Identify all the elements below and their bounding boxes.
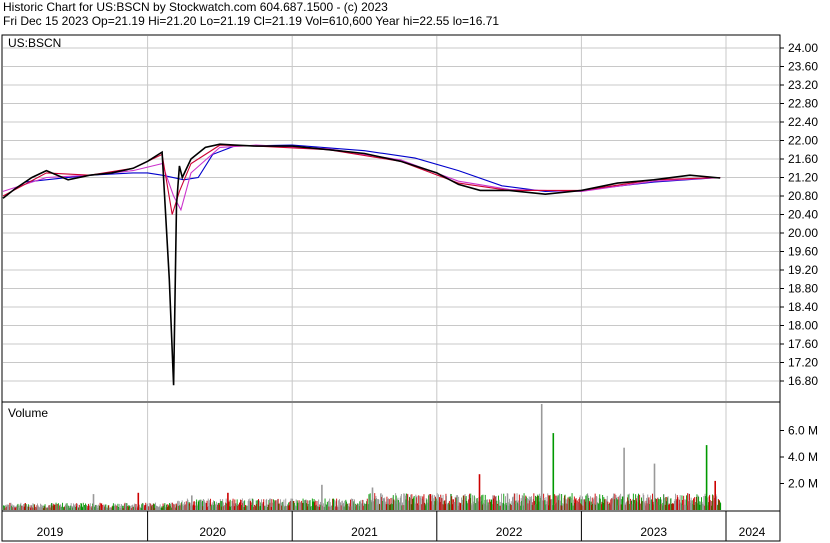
price-y-tick-label: 23.20 — [788, 78, 818, 92]
price-y-tick-label: 16.80 — [788, 374, 818, 388]
volume-spike-bar — [429, 494, 432, 510]
volume-spike-bar — [137, 492, 140, 510]
x-axis-year-label: 2021 — [351, 525, 378, 539]
price-y-tick-label: 19.60 — [788, 245, 818, 259]
volume-spike-bar — [371, 487, 374, 510]
price-y-tick-label: 22.00 — [788, 134, 818, 148]
price-y-tick-label: 18.80 — [788, 282, 818, 296]
price-y-tick-label: 20.80 — [788, 189, 818, 203]
price-y-tick-label: 21.20 — [788, 171, 818, 185]
price-y-tick-label: 22.80 — [788, 97, 818, 111]
volume-spike-bar — [552, 433, 555, 510]
volume-y-tick-label: 6.0 M — [788, 424, 818, 438]
price-y-tick-label: 20.00 — [788, 226, 818, 240]
volume-spike-bar — [714, 480, 716, 510]
price-y-tick-label: 21.60 — [788, 152, 818, 166]
volume-spike-bar — [191, 495, 193, 510]
price-y-tick-label: 20.40 — [788, 208, 818, 222]
volume-spike-bar — [705, 445, 708, 510]
volume-spike-bar — [478, 474, 481, 510]
x-axis-year-label: 2019 — [37, 525, 64, 539]
price-y-tick-label: 18.00 — [788, 319, 818, 333]
volume-y-tick-label: 4.0 M — [788, 450, 818, 464]
volume-panel-label: Volume — [8, 406, 48, 420]
volume-y-axis: 6.0 M 4.0 M 2.0 M — [780, 424, 818, 491]
price-y-tick-label: 22.40 — [788, 115, 818, 129]
price-y-axis: 24.00 23.60 23.20 22.80 22.40 22.00 21.60 21.20… — [780, 41, 818, 388]
x-axis-year-label: 2023 — [640, 525, 667, 539]
price-panel-label: US:BSCN — [8, 36, 61, 50]
price-panel — [1, 34, 781, 403]
volume-spike-bar — [321, 484, 323, 510]
price-y-tick-label: 17.60 — [788, 337, 818, 351]
volume-y-tick-label: 2.0 M — [788, 477, 818, 491]
x-axis-year-label: 2024 — [739, 525, 766, 539]
volume-spike-bar — [623, 447, 625, 510]
chart-canvas: 24.00 23.60 23.20 22.80 22.40 22.00 21.60 21.20… — [1, 34, 818, 542]
price-y-tick-label: 17.20 — [788, 356, 818, 370]
price-y-tick-label: 23.60 — [788, 60, 818, 74]
volume-spike-bar — [92, 494, 95, 510]
volume-spike-bar — [540, 404, 543, 510]
volume-spike-bar — [653, 463, 656, 510]
x-axis-year-label: 2020 — [199, 525, 226, 539]
price-y-tick-label: 18.40 — [788, 300, 818, 314]
volume-bar — [720, 503, 722, 510]
x-axis-year-label: 2022 — [496, 525, 523, 539]
price-y-tick-label: 24.00 — [788, 41, 818, 55]
volume-spike-bar — [227, 492, 229, 510]
chart-header-quote: Fri Dec 15 2023 Op=21.19 Hi=21.20 Lo=21.… — [3, 14, 500, 28]
chart-header-title: Historic Chart for US:BSCN by Stockwatch… — [3, 0, 388, 14]
price-y-tick-label: 19.20 — [788, 263, 818, 277]
